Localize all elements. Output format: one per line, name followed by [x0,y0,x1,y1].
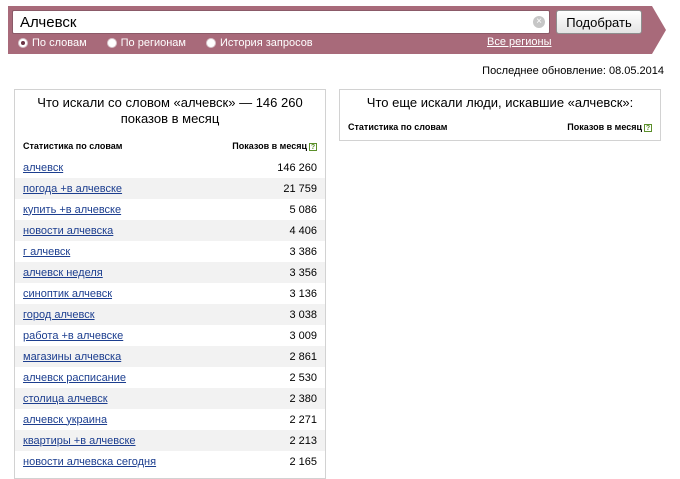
column-keyword-header: Статистика по словам [23,141,123,151]
search-mode-selector: По словам По регионам История запросов [18,36,333,50]
keyword-link[interactable]: работа +в алчевске [23,330,123,342]
column-impressions-label: Показов в месяц [567,122,642,132]
keyword-link[interactable]: алчевск [23,162,63,174]
impressions-count: 3 038 [289,308,317,321]
search-input[interactable] [13,11,523,33]
column-impressions-header: Показов в месяц? [232,141,317,151]
keyword-link[interactable]: новости алчевска [23,225,113,237]
keyword-list: алчевск 146 260 погода +в алчевске 21 759 ку… [15,157,325,472]
impressions-count: 5 086 [289,203,317,216]
table-row: алчевск расписание 2 530 [15,367,325,388]
impressions-count: 3 356 [289,266,317,279]
impressions-count: 21 759 [283,182,317,195]
table-row: купить +в алчевске 5 086 [15,199,325,220]
search-band-arrow [652,6,666,54]
impressions-count: 3 386 [289,245,317,258]
keyword-link[interactable]: город алчевск [23,309,95,321]
table-row: алчевск неделя 3 356 [15,262,325,283]
table-row: столица алчевск 2 380 [15,388,325,409]
impressions-count: 146 260 [277,161,317,174]
keyword-link[interactable]: купить +в алчевске [23,204,121,216]
table-row: новости алчевска сегодня 2 165 [15,451,325,472]
clear-icon[interactable]: × [533,16,545,28]
column-keyword-header: Статистика по словам [348,122,448,132]
impressions-count: 2 530 [289,371,317,384]
mode-by-words[interactable]: По словам [18,37,87,49]
keyword-link[interactable]: погода +в алчевске [23,183,122,195]
table-row: погода +в алчевске 21 759 [15,178,325,199]
column-header: Статистика по словам Показов в месяц? [348,121,652,133]
table-row: квартиры +в алчевске 2 213 [15,430,325,451]
keyword-link[interactable]: алчевск неделя [23,267,103,279]
keyword-link[interactable]: алчевск украина [23,414,107,426]
table-row: алчевск 146 260 [15,157,325,178]
mode-label: По регионам [120,37,186,49]
last-updated-text: Последнее обновление: 08.05.2014 [482,65,664,77]
search-box: × [12,10,550,34]
mode-query-history[interactable]: История запросов [206,37,313,49]
mode-by-regions[interactable]: По регионам [106,37,186,49]
impressions-count: 2 213 [289,434,317,447]
table-row: магазины алчевска 2 861 [15,346,325,367]
impressions-count: 2 861 [289,350,317,363]
impressions-count: 3 009 [289,329,317,342]
table-row: новости алчевска 4 406 [15,220,325,241]
keyword-link[interactable]: квартиры +в алчевске [23,435,136,447]
column-impressions-label: Показов в месяц [232,141,307,151]
impressions-count: 2 165 [289,455,317,468]
table-row: синоптик алчевск 3 136 [15,283,325,304]
all-regions-link[interactable]: Все регионы [487,36,552,48]
impressions-count: 4 406 [289,224,317,237]
search-band: × Подобрать По словам По регионам Истори… [0,0,680,54]
related-queries-panel: Что еще искали люди, искавшие «алчевск»:… [339,89,661,141]
keyword-link[interactable]: столица алчевск [23,393,108,405]
table-row: город алчевск 3 038 [15,304,325,325]
impressions-count: 2 271 [289,413,317,426]
keyword-link[interactable]: магазины алчевска [23,351,121,363]
radio-icon[interactable] [106,38,117,48]
column-impressions-header: Показов в месяц? [567,122,652,132]
mode-label: История запросов [220,37,313,49]
submit-button[interactable]: Подобрать [556,10,642,34]
help-icon[interactable]: ? [309,142,317,151]
mode-label: По словам [32,37,87,49]
radio-icon[interactable] [206,38,216,48]
keyword-link[interactable]: г алчевск [23,246,70,258]
table-row: г алчевск 3 386 [15,241,325,262]
keyword-link[interactable]: синоптик алчевск [23,288,112,300]
panel-title: Что искали со словом «алчевск» — 146 260… [37,95,303,126]
table-row: работа +в алчевске 3 009 [15,325,325,346]
column-header: Статистика по словам Показов в месяц? [23,140,317,152]
panel-title: Что еще искали люди, искавшие «алчевск»: [366,95,634,110]
help-icon[interactable]: ? [644,123,652,132]
keyword-stats-panel: Что искали со словом «алчевск» — 146 260… [14,89,326,479]
keyword-link[interactable]: новости алчевска сегодня [23,456,156,468]
impressions-count: 3 136 [289,287,317,300]
keyword-link[interactable]: алчевск расписание [23,372,126,384]
table-row: алчевск украина 2 271 [15,409,325,430]
impressions-count: 2 380 [289,392,317,405]
radio-icon[interactable] [18,38,28,48]
